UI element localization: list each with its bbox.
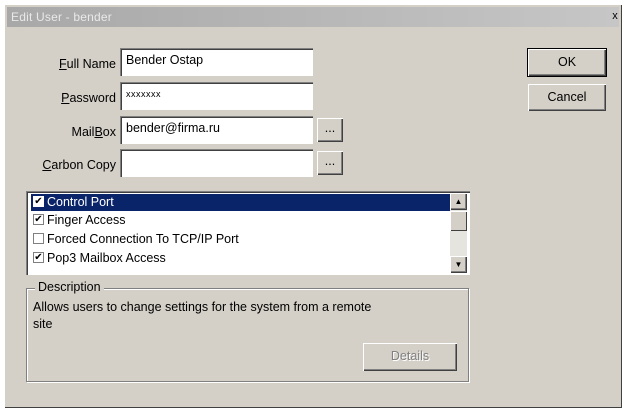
permissions-list[interactable]: ✔ Control Port ✔ Finger Access Forced Co… [26,191,470,275]
window-title: Edit User - bender [11,10,112,24]
edit-user-dialog: Edit User - bender x Full Name Bender Os… [4,4,622,408]
scroll-up-icon[interactable]: ▲ [450,193,467,210]
list-item-label: Forced Connection To TCP/IP Port [47,232,239,246]
list-item[interactable]: Forced Connection To TCP/IP Port [31,231,450,248]
list-item-label: Pop3 Mailbox Access [47,251,166,265]
password-label: Password [61,91,116,105]
full-name-field[interactable]: Bender Ostap [120,48,313,76]
list-item-label: Finger Access [47,213,126,227]
list-item-label: Control Port [47,195,114,209]
carbon-copy-label: Carbon Copy [42,158,116,172]
list-item[interactable]: ✔ Control Port [31,194,450,211]
description-group: Description Allows users to change setti… [26,280,469,382]
carbon-copy-browse-button[interactable]: ... [317,151,343,175]
checkbox[interactable]: ✔ [33,214,44,225]
description-legend: Description [35,280,104,294]
cancel-button[interactable]: Cancel [528,84,606,111]
checkbox[interactable] [33,233,44,244]
password-field[interactable]: xxxxxxx [120,82,313,110]
checkbox[interactable]: ✔ [33,252,44,263]
mailbox-browse-button[interactable]: ... [317,118,343,142]
details-button[interactable]: Details [363,343,457,371]
scroll-thumb[interactable] [450,211,467,231]
full-name-label: Full Name [59,57,116,71]
list-item[interactable]: ✔ Finger Access [31,212,450,229]
ok-button[interactable]: OK [528,49,606,76]
title-bar[interactable]: Edit User - bender x [7,7,619,27]
scroll-down-icon[interactable]: ▼ [450,256,467,273]
mailbox-label: MailBox [71,125,116,139]
list-item[interactable]: ✔ Pop3 Mailbox Access [31,250,450,267]
carbon-copy-field[interactable] [120,149,313,177]
description-text: Allows users to change settings for the … [33,300,372,331]
mailbox-field[interactable]: bender@firma.ru [120,116,313,144]
list-scrollbar[interactable]: ▲ ▼ [450,193,467,273]
close-icon[interactable]: x [609,8,621,24]
checkbox[interactable]: ✔ [33,196,44,207]
